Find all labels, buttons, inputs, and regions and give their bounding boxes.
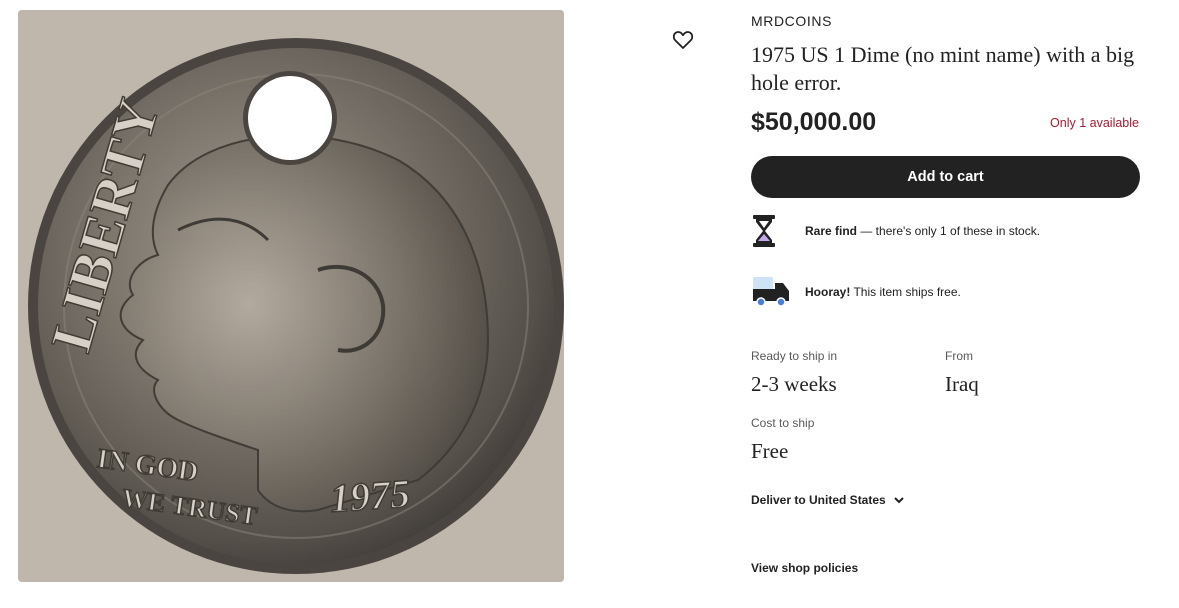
rare-find-bold: Rare find xyxy=(805,224,858,238)
truck-icon xyxy=(751,274,795,310)
product-photo[interactable]: LIBERTY IN GOD WE TRUST 1975 xyxy=(18,10,564,582)
ready-to-ship-value: 2-3 weeks xyxy=(751,372,837,396)
product-title: 1975 US 1 Dime (no mint name) with a big… xyxy=(751,42,1135,95)
deliver-to-dropdown[interactable]: Deliver to United States xyxy=(751,493,904,507)
free-shipping-bold: Hooray! xyxy=(805,285,851,299)
coin-image: LIBERTY IN GOD WE TRUST 1975 xyxy=(18,10,564,582)
rare-find-text: — there's only 1 of these in stock. xyxy=(857,224,1041,238)
shop-name[interactable]: MRDCOINS xyxy=(751,13,832,29)
availability-text: Only 1 available xyxy=(1050,116,1139,130)
add-to-cart-button[interactable]: Add to cart xyxy=(751,156,1140,198)
cost-to-ship-label: Cost to ship xyxy=(751,416,815,430)
ready-to-ship-label: Ready to ship in xyxy=(751,349,838,363)
rare-find-notice: Rare find — there's only 1 of these in s… xyxy=(751,213,1040,249)
view-shop-policies-link[interactable]: View shop policies xyxy=(751,561,858,575)
ships-from-label: From xyxy=(945,349,973,363)
chevron-down-icon xyxy=(893,496,904,504)
cost-to-ship-value: Free xyxy=(751,439,789,463)
product-price: $50,000.00 xyxy=(751,108,877,136)
heart-icon xyxy=(673,31,693,49)
ships-from-value: Iraq xyxy=(945,372,979,396)
favorite-button[interactable] xyxy=(669,26,697,54)
coin-text-year: 1975 xyxy=(328,471,411,521)
deliver-to-label: Deliver to United States xyxy=(751,493,886,507)
hourglass-icon xyxy=(751,213,795,249)
free-shipping-text: This item ships free. xyxy=(850,285,961,299)
free-shipping-notice: Hooray! This item ships free. xyxy=(751,274,961,310)
